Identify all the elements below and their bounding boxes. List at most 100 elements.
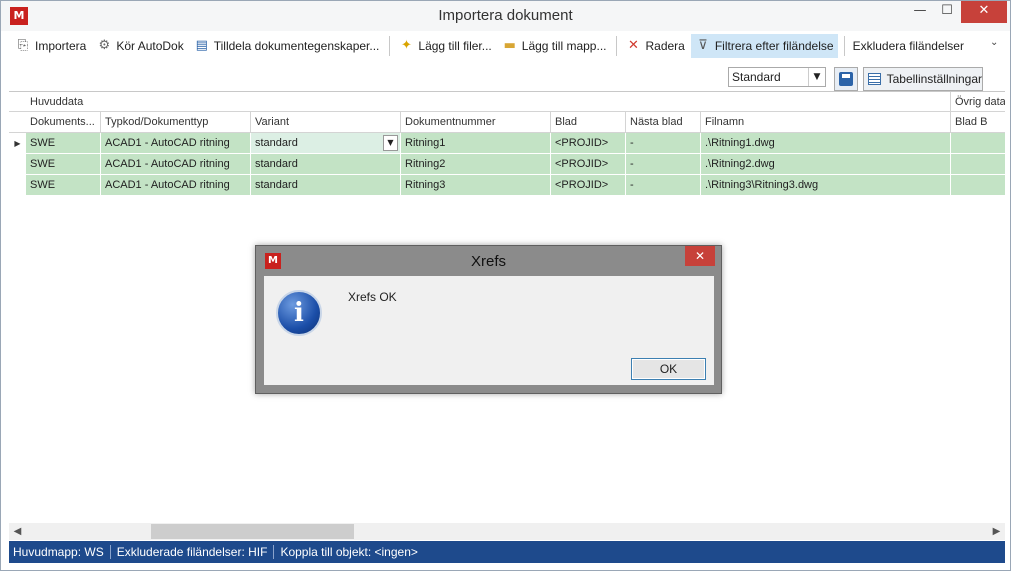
cell-sheet[interactable]: <PROJID> bbox=[551, 175, 626, 196]
band-main-data: Huvuddata bbox=[26, 92, 951, 112]
add-folder-label: Lägg till mapp... bbox=[521, 39, 607, 53]
scroll-left-icon[interactable]: ◀ bbox=[9, 523, 26, 540]
cell-next-sheet[interactable]: - bbox=[626, 175, 701, 196]
cell-next-sheet[interactable]: - bbox=[626, 154, 701, 175]
cell-filename[interactable]: .\Ritning3\Ritning3.dwg bbox=[701, 175, 951, 196]
chevron-down-icon[interactable]: ▼ bbox=[383, 135, 398, 151]
import-label: Importera bbox=[35, 39, 87, 53]
status-separator bbox=[273, 545, 275, 559]
cell-filename[interactable]: .\Ritning1.dwg bbox=[701, 133, 951, 154]
cell-type[interactable]: ACAD1 - AutoCAD ritning bbox=[101, 133, 251, 154]
cell-sheet-b[interactable] bbox=[951, 175, 1005, 196]
cell-sheet[interactable]: <PROJID> bbox=[551, 154, 626, 175]
filter-extension-button[interactable]: ⊽ Filtrera efter filändelse bbox=[690, 34, 838, 58]
col-header-document-lang[interactable]: Dokuments... bbox=[26, 112, 101, 133]
toolbar-separator bbox=[389, 36, 391, 56]
cell-document-number[interactable]: Ritning3 bbox=[401, 175, 551, 196]
title-bar: M Importera dokument — ☐ ✕ bbox=[1, 1, 1010, 31]
delete-button[interactable]: ✕ Radera bbox=[621, 34, 688, 58]
scrollbar-thumb[interactable] bbox=[151, 524, 354, 539]
col-header-next-sheet[interactable]: Nästa blad bbox=[626, 112, 701, 133]
layout-select[interactable]: Standard ▼ bbox=[728, 67, 826, 87]
toolbar: ⎘ Importera ⚙ Kör AutoDok ▤ Tilldela dok… bbox=[1, 32, 1010, 60]
layout-select-value: Standard bbox=[732, 70, 781, 84]
scroll-right-icon[interactable]: ▶ bbox=[988, 523, 1005, 540]
table-row[interactable]: SWE ACAD1 - AutoCAD ritning standard Rit… bbox=[9, 154, 1005, 175]
cell-document-number[interactable]: Ritning1 bbox=[401, 133, 551, 154]
table-settings-label: Tabellinställningar bbox=[886, 72, 982, 86]
exclude-extensions-button[interactable]: Exkludera filändelser bbox=[849, 34, 968, 58]
cell-document-lang[interactable]: SWE bbox=[26, 154, 101, 175]
properties-icon: ▤ bbox=[195, 38, 208, 53]
status-bar: Huvudmapp: WS Exkluderade filändelser: H… bbox=[9, 541, 1005, 563]
gears-icon: ⚙ bbox=[98, 38, 111, 53]
dialog-message: Xrefs OK bbox=[348, 290, 397, 304]
cell-variant-editor[interactable]: standard ▼ bbox=[251, 133, 401, 154]
maximize-button[interactable]: ☐ bbox=[934, 1, 960, 23]
filter-icon: ⊽ bbox=[698, 38, 708, 53]
table-row[interactable]: SWE ACAD1 - AutoCAD ritning standard Rit… bbox=[9, 175, 1005, 196]
cell-type[interactable]: ACAD1 - AutoCAD ritning bbox=[101, 175, 251, 196]
status-main-folder: Huvudmapp: WS bbox=[13, 545, 104, 559]
import-button[interactable]: ⎘ Importera bbox=[11, 34, 90, 58]
exclude-extensions-label: Exkludera filändelser bbox=[852, 39, 964, 53]
delete-icon: ✕ bbox=[628, 38, 639, 53]
status-separator bbox=[109, 545, 111, 559]
cell-document-lang[interactable]: SWE bbox=[26, 133, 101, 154]
info-icon: i bbox=[276, 290, 322, 336]
cell-document-number[interactable]: Ritning2 bbox=[401, 154, 551, 175]
table-settings-button[interactable]: Tabellinställningar bbox=[863, 67, 983, 91]
status-excluded-extensions: Exkluderade filändelser: HIF bbox=[116, 545, 268, 559]
cell-type[interactable]: ACAD1 - AutoCAD ritning bbox=[101, 154, 251, 175]
col-header-document-number[interactable]: Dokumentnummer bbox=[401, 112, 551, 133]
minimize-button[interactable]: — bbox=[906, 1, 934, 23]
col-header-sheet-b[interactable]: Blad B bbox=[951, 112, 1005, 133]
status-link-object: Koppla till objekt: <ingen> bbox=[280, 545, 418, 559]
add-file-icon: ✦ bbox=[400, 38, 412, 53]
cell-filename[interactable]: .\Ritning2.dwg bbox=[701, 154, 951, 175]
run-autodok-label: Kör AutoDok bbox=[116, 39, 184, 53]
current-row-arrow-icon: ▶ bbox=[14, 139, 21, 148]
import-icon: ⎘ bbox=[17, 38, 29, 53]
dialog-title: Xrefs bbox=[470, 253, 506, 270]
close-button[interactable]: ✕ bbox=[961, 1, 1007, 23]
assign-properties-button[interactable]: ▤ Tilldela dokumentegenskaper... bbox=[190, 34, 384, 58]
save-icon bbox=[839, 72, 853, 86]
delete-label: Radera bbox=[645, 39, 685, 53]
col-header-filename[interactable]: Filnamn bbox=[701, 112, 951, 133]
col-header-variant[interactable]: Variant bbox=[251, 112, 401, 133]
cell-variant-value: standard bbox=[255, 137, 298, 149]
chevron-down-icon: ▼ bbox=[808, 68, 825, 86]
assign-properties-label: Tilldela dokumentegenskaper... bbox=[213, 39, 380, 53]
band-header: Huvuddata Övrig data bbox=[9, 92, 1005, 112]
window-title: Importera dokument bbox=[438, 7, 573, 24]
band-other-data: Övrig data bbox=[951, 92, 1005, 112]
add-folder-button[interactable]: ▬ Lägg till mapp... bbox=[498, 34, 611, 58]
toolbar-separator bbox=[843, 36, 845, 56]
cell-sheet-b[interactable] bbox=[951, 154, 1005, 175]
table-row[interactable]: ▶ SWE ACAD1 - AutoCAD ritning standard ▼… bbox=[9, 133, 1005, 154]
cell-variant[interactable]: standard bbox=[251, 154, 401, 175]
table-icon bbox=[868, 73, 881, 85]
col-header-type[interactable]: Typkod/Dokumenttyp bbox=[101, 112, 251, 133]
cell-variant[interactable]: standard bbox=[251, 175, 401, 196]
ok-button[interactable]: OK bbox=[631, 358, 706, 380]
dialog-body: i Xrefs OK OK bbox=[264, 276, 714, 385]
toolbar-overflow-chevron-icon[interactable]: ⌄ bbox=[990, 37, 998, 48]
column-header: Dokuments... Typkod/Dokumenttyp Variant … bbox=[9, 112, 1005, 133]
add-files-button[interactable]: ✦ Lägg till filer... bbox=[394, 34, 495, 58]
col-header-sheet[interactable]: Blad bbox=[551, 112, 626, 133]
dialog-close-button[interactable]: ✕ bbox=[685, 246, 715, 266]
cell-sheet[interactable]: <PROJID> bbox=[551, 133, 626, 154]
add-files-label: Lägg till filer... bbox=[418, 39, 492, 53]
run-autodok-button[interactable]: ⚙ Kör AutoDok bbox=[92, 34, 187, 58]
cell-document-lang[interactable]: SWE bbox=[26, 175, 101, 196]
toolbar-separator bbox=[616, 36, 618, 56]
cell-next-sheet[interactable]: - bbox=[626, 133, 701, 154]
cell-sheet-b[interactable] bbox=[951, 133, 1005, 154]
xrefs-dialog: M Xrefs ✕ i Xrefs OK OK bbox=[255, 245, 722, 394]
filter-extension-label: Filtrera efter filändelse bbox=[714, 39, 834, 53]
save-layout-button[interactable] bbox=[834, 67, 858, 91]
horizontal-scrollbar[interactable]: ◀ ▶ bbox=[9, 523, 1005, 540]
folder-icon: ▬ bbox=[503, 38, 516, 53]
